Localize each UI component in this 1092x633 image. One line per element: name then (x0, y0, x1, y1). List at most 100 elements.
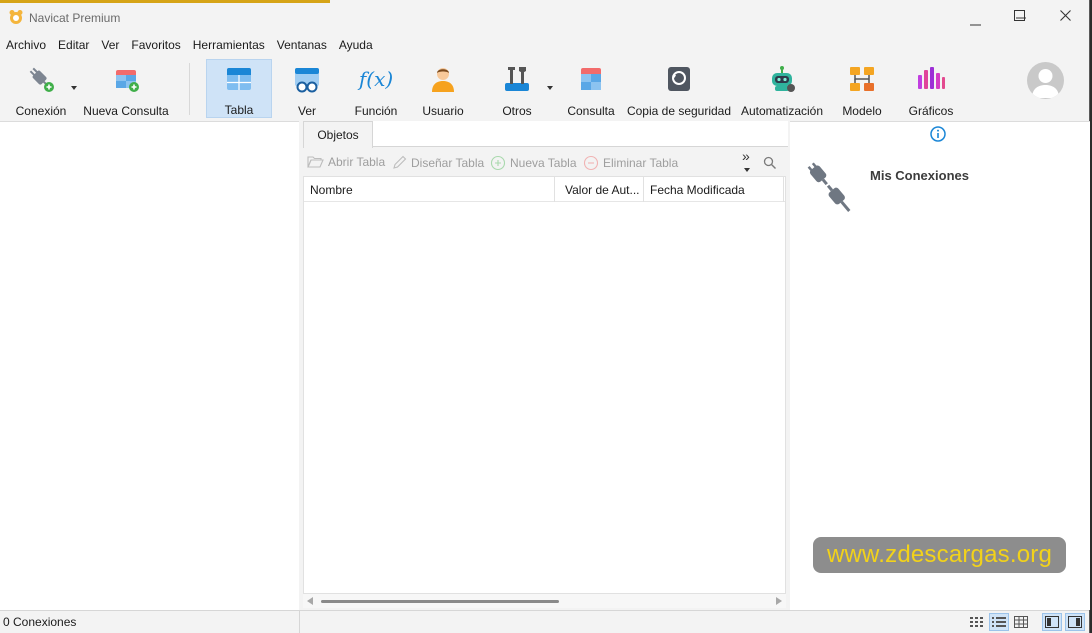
abrir-tabla-button[interactable]: Abrir Tabla (307, 155, 385, 169)
menu-bar: Archivo Editar Ver Favoritos Herramienta… (0, 36, 379, 56)
toggle-left-panel-button[interactable] (1042, 613, 1062, 631)
info-panel-title: Mis Conexiones (870, 168, 969, 183)
model-icon (845, 63, 879, 95)
column-header-nombre[interactable]: Nombre (304, 177, 554, 202)
query-icon (574, 63, 608, 95)
column-header-fecha[interactable]: Fecha Modificada (644, 177, 784, 202)
maximize-icon (1014, 10, 1025, 21)
avatar-icon (1032, 69, 1059, 98)
toolbar-tabla-button[interactable]: Tabla (206, 59, 272, 118)
eliminar-tabla-button[interactable]: Eliminar Tabla (583, 155, 678, 171)
toolbar-automatizacion-button[interactable]: Automatización (738, 59, 826, 118)
column-header-valor[interactable]: Valor de Aut... (559, 177, 643, 202)
close-button[interactable] (1060, 10, 1071, 24)
remove-circle-icon (583, 155, 599, 171)
grid-header-row: Nombre Valor de Aut... Fecha Modificada (304, 177, 785, 202)
search-icon[interactable] (763, 156, 777, 170)
horizontal-scrollbar[interactable] (303, 594, 786, 608)
connections-tree-panel[interactable] (0, 121, 299, 610)
info-icon[interactable] (930, 126, 946, 142)
function-glyph: f(x) (358, 67, 394, 91)
right-panel-icon (1068, 616, 1082, 628)
charts-icon (914, 63, 948, 95)
menu-ventanas[interactable]: Ventanas (271, 36, 333, 56)
toolbar-consulta-label: Consulta (567, 104, 615, 118)
pencil-icon (393, 155, 407, 169)
tabstrip-blank (373, 121, 788, 147)
more-actions-chevron-icon[interactable]: » (742, 148, 750, 164)
connection-count-text: 0 Conexiones (3, 615, 77, 629)
menu-archivo[interactable]: Archivo (0, 36, 52, 56)
menu-herramientas[interactable]: Herramientas (187, 36, 271, 56)
toggle-right-panel-button[interactable] (1065, 613, 1085, 631)
backup-icon (662, 63, 696, 95)
connection-plug-icon (807, 162, 851, 212)
tab-objetos-label: Objetos (317, 128, 359, 142)
disenar-tabla-label: Diseñar Tabla (411, 155, 485, 170)
detail-view-button[interactable] (989, 613, 1009, 631)
toolbar-copia-button[interactable]: Copia de seguridad (626, 59, 732, 118)
toolbar-nueva-consulta-label: Nueva Consulta (83, 104, 169, 118)
eliminar-tabla-label: Eliminar Tabla (603, 156, 679, 170)
toolbar-nueva-consulta-button[interactable]: Nueva Consulta (82, 59, 170, 118)
tools-icon (500, 63, 534, 95)
menu-favoritos[interactable]: Favoritos (125, 36, 186, 56)
toolbar-otros-label: Otros (502, 104, 532, 118)
objects-grid[interactable]: Nombre Valor de Aut... Fecha Modificada (303, 176, 786, 594)
conexion-dropdown-arrow-icon[interactable] (71, 86, 77, 90)
watermark-badge: www.zdescargas.org (813, 537, 1066, 573)
toolbar-copia-label: Copia de seguridad (626, 104, 732, 118)
user-avatar-button[interactable] (1027, 62, 1064, 99)
column-resize-handle[interactable] (554, 177, 555, 202)
menu-ayuda[interactable]: Ayuda (333, 36, 379, 56)
scroll-left-icon[interactable] (307, 597, 314, 605)
tab-objetos[interactable]: Objetos (303, 121, 373, 148)
nueva-tabla-button[interactable]: Nueva Tabla (490, 155, 577, 171)
left-panel-icon (1045, 616, 1059, 628)
grid-view-icon (1014, 616, 1028, 628)
close-icon (1060, 10, 1071, 21)
maximize-button-icon-wrap[interactable] (1014, 10, 1025, 24)
new-query-icon (109, 63, 143, 95)
column-resize-handle[interactable] (783, 177, 784, 202)
toolbar-conexion-button[interactable]: Conexión (10, 59, 72, 118)
title-bar: Navicat Premium (0, 3, 1089, 33)
scroll-right-icon[interactable] (775, 597, 782, 605)
list-view-button[interactable] (967, 613, 987, 631)
toolbar-modelo-button[interactable]: Modelo (836, 59, 888, 118)
objects-tabstrip: Objetos (301, 121, 788, 148)
view-icon (290, 63, 324, 95)
otros-dropdown-arrow-icon[interactable] (547, 86, 553, 90)
folder-open-icon (307, 156, 324, 168)
detail-view-icon (992, 617, 1006, 627)
more-actions-arrow-icon[interactable] (744, 168, 750, 172)
objects-action-bar: Abrir Tabla Diseñar Tabla Nueva Tabla El… (301, 148, 788, 177)
add-circle-icon (490, 155, 506, 171)
toolbar-otros-button[interactable]: Otros (496, 59, 538, 118)
toolbar-funcion-label: Función (354, 104, 398, 118)
toolbar-automatizacion-label: Automatización (740, 104, 824, 118)
user-icon (426, 63, 460, 95)
menu-ver[interactable]: Ver (95, 36, 125, 56)
status-divider (299, 611, 300, 633)
window-title: Navicat Premium (29, 11, 121, 25)
toolbar-divider (189, 63, 190, 115)
toolbar-funcion-button[interactable]: f(x) Función (348, 59, 404, 118)
toolbar-usuario-button[interactable]: Usuario (418, 59, 468, 118)
menu-editar[interactable]: Editar (52, 36, 95, 56)
toolbar-consulta-button[interactable]: Consulta (564, 59, 618, 118)
minimize-button-glyph[interactable] (970, 15, 981, 29)
toolbar-ver-label: Ver (297, 104, 316, 118)
list-view-icon (970, 617, 983, 627)
minimize-glyph-icon (970, 24, 981, 26)
scrollbar-thumb[interactable] (321, 600, 559, 603)
plug-icon (24, 63, 58, 95)
robot-icon (765, 63, 799, 95)
disenar-tabla-button[interactable]: Diseñar Tabla (392, 155, 484, 170)
toolbar-ver-button[interactable]: Ver (282, 59, 332, 118)
toolbar-conexion-label: Conexión (15, 104, 67, 118)
status-bar: 0 Conexiones (0, 610, 1089, 633)
icon-view-button[interactable] (1011, 613, 1031, 631)
navicat-logo-icon (9, 10, 23, 24)
toolbar-graficos-button[interactable]: Gráficos (904, 59, 958, 118)
